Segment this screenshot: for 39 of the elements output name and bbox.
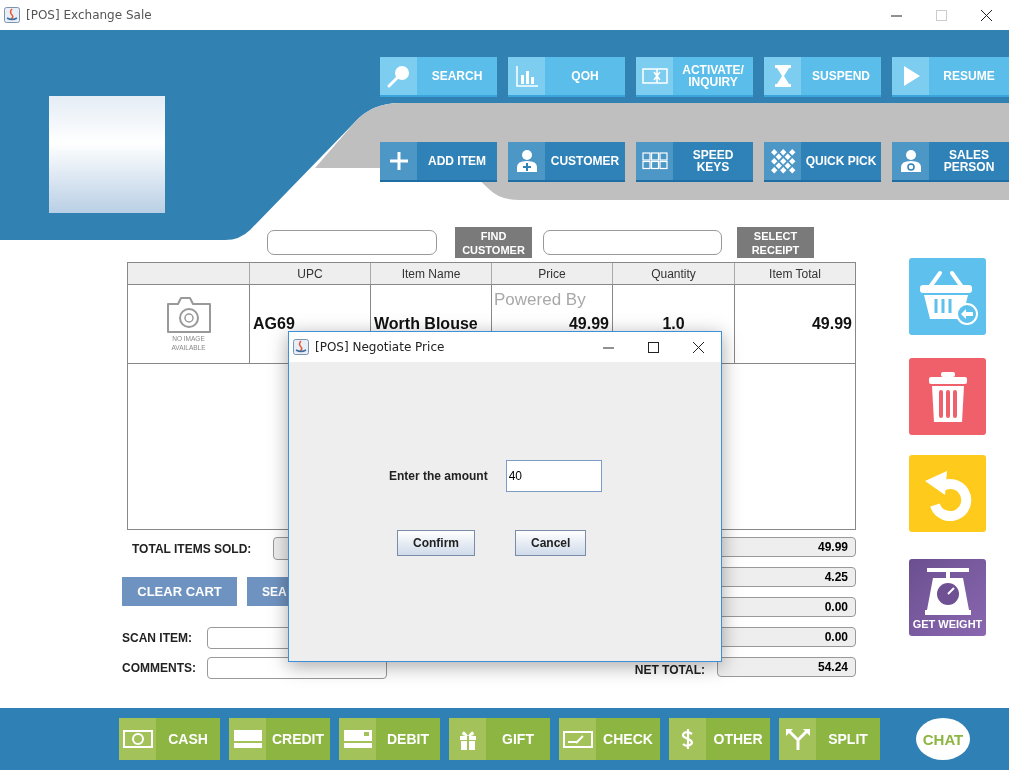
- toolbar-button[interactable]: CUSTOMER: [508, 142, 625, 182]
- cart-button[interactable]: CLEAR CART: [122, 577, 237, 606]
- payment-button[interactable]: DEBIT: [339, 718, 440, 760]
- toolbar-button[interactable]: QUICK PICK: [764, 142, 881, 182]
- payment-button[interactable]: GIFT: [449, 718, 550, 760]
- comments-label: COMMENTS:: [122, 661, 197, 675]
- total-field: 54.24: [717, 657, 856, 677]
- dialog-button[interactable]: Cancel: [515, 530, 587, 556]
- column-header: Item Name: [370, 263, 491, 284]
- total-label: NET TOTAL:: [634, 664, 705, 677]
- column-header: Quantity: [612, 263, 734, 284]
- toolbar-button[interactable]: SEARCH: [380, 57, 497, 97]
- window-title: [POS] Exchange Sale: [26, 8, 152, 22]
- table-cell: 49.99: [734, 285, 855, 363]
- toolbar-button[interactable]: SUSPEND: [764, 57, 881, 97]
- select-receipt-button[interactable]: SELECT RECEIPT: [737, 227, 814, 258]
- column-header: Item Total: [734, 263, 855, 284]
- toolbar-button[interactable]: SPEED KEYS: [636, 142, 753, 182]
- toolbar-button[interactable]: ADD ITEM: [380, 142, 497, 182]
- dialog-button[interactable]: Confirm: [397, 530, 475, 556]
- toolbar-button[interactable]: QOH: [508, 57, 625, 97]
- payment-button[interactable]: OTHER: [669, 718, 770, 760]
- get-weight-button[interactable]: GET WEIGHT: [909, 559, 986, 636]
- column-header: Price: [491, 263, 612, 284]
- payment-button[interactable]: SPLIT: [779, 718, 880, 760]
- find-customer-button[interactable]: FIND CUSTOMER: [455, 227, 532, 258]
- toolbar-button[interactable]: ACTIVATE/ INQUIRY: [636, 57, 753, 97]
- toolbar-button[interactable]: RESUME: [892, 57, 1009, 97]
- amount-label: Enter the amount: [389, 469, 488, 483]
- payment-button[interactable]: CHECK: [559, 718, 660, 760]
- total-items-label: TOTAL ITEMS SOLD:: [131, 541, 253, 556]
- payment-button[interactable]: CASH: [119, 718, 220, 760]
- background-text: Powered By: [494, 290, 586, 310]
- column-header: UPC: [249, 263, 370, 284]
- toolbar-button[interactable]: SALES PERSON: [892, 142, 1009, 182]
- scan-item-label: SCAN ITEM:: [122, 631, 193, 645]
- amount-field[interactable]: 40: [505, 460, 602, 492]
- chat-button[interactable]: CHAT: [916, 718, 970, 760]
- payment-button[interactable]: CREDIT: [229, 718, 330, 760]
